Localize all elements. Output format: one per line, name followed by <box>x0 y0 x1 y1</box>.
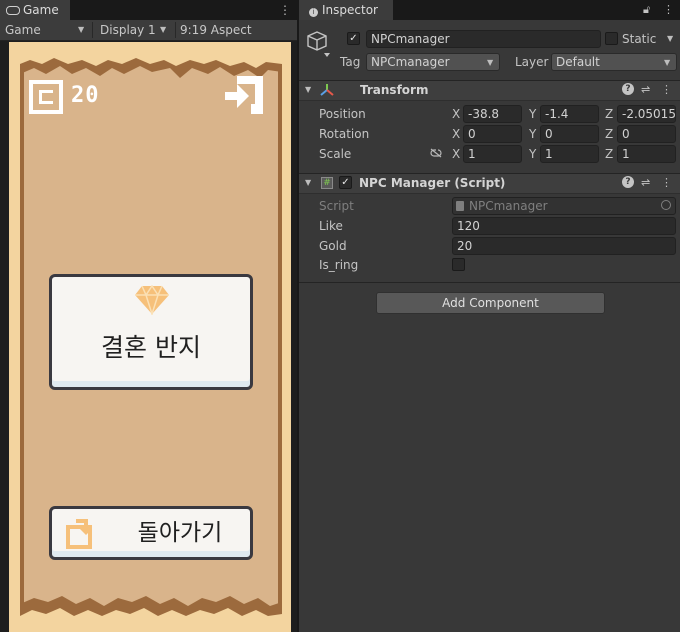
display-label: Display 1 <box>100 23 156 37</box>
scale-y-field[interactable]: 1 <box>540 145 599 163</box>
position-z-field[interactable]: -2.05015 <box>617 105 676 123</box>
toolbar-separator <box>175 22 176 38</box>
gamepad-icon <box>6 6 20 15</box>
game-menu-icon[interactable]: ⋮ <box>278 2 292 18</box>
chevron-down-icon: ▼ <box>78 25 85 34</box>
position-label: Position <box>319 107 366 121</box>
static-label: Static <box>622 32 657 46</box>
object-active-checkbox[interactable]: ✓ <box>347 32 360 45</box>
chevron-down-icon: ▼ <box>160 25 167 34</box>
game-viewport: 20 결혼 반지 돌아가기 <box>9 42 291 632</box>
rotation-label: Rotation <box>319 127 370 141</box>
return-icon <box>66 519 92 549</box>
chevron-down-icon: ▼ <box>664 58 671 67</box>
constrain-proportions-icon[interactable] <box>429 148 443 158</box>
chevron-down-icon[interactable]: ▼ <box>667 34 673 43</box>
diamond-icon <box>135 285 169 315</box>
foldout-arrow-icon[interactable]: ▼ <box>305 178 311 187</box>
rotation-z-field[interactable]: 0 <box>617 125 676 143</box>
inspector-tab-label: Inspector <box>322 3 378 17</box>
gameobject-cube-icon <box>307 31 330 57</box>
transform-title: Transform <box>360 83 429 97</box>
layer-dropdown[interactable]: Default ▼ <box>551 53 677 71</box>
script-reference-field: NPCmanager <box>452 197 676 215</box>
layer-label: Layer <box>515 55 549 69</box>
back-button[interactable]: 돌아가기 <box>49 506 253 560</box>
add-component-button[interactable]: Add Component <box>376 292 605 314</box>
preset-sliders-icon[interactable]: ⇌ <box>641 83 650 97</box>
foldout-arrow-icon[interactable]: ▼ <box>305 85 311 94</box>
help-icon[interactable]: ? <box>622 83 634 95</box>
component-menu-icon[interactable]: ⋮ <box>661 176 672 190</box>
scale-z-field[interactable]: 1 <box>617 145 676 163</box>
object-name-field[interactable]: NPCmanager <box>366 30 601 48</box>
info-icon: i <box>309 8 318 17</box>
help-icon[interactable]: ? <box>622 176 634 188</box>
component-divider <box>299 282 680 283</box>
script-reference-value: NPCmanager <box>469 199 548 213</box>
gold-label: Gold <box>319 239 347 253</box>
layer-value: Default <box>556 55 600 69</box>
inspector-menu-icon[interactable]: ⋮ <box>663 3 674 17</box>
tag-label: Tag <box>340 55 361 69</box>
ring-option-label: 결혼 반지 <box>101 333 201 362</box>
aspect-label: 9:19 Aspect <box>180 23 252 37</box>
component-menu-icon[interactable]: ⋮ <box>661 83 672 97</box>
script-file-icon <box>456 201 464 211</box>
inspector-tab[interactable]: i Inspector <box>299 0 393 20</box>
lock-icon[interactable]: 🔓︎ <box>643 3 650 17</box>
chevron-down-icon: ▼ <box>487 58 494 67</box>
script-enabled-checkbox[interactable]: ✓ <box>339 176 352 189</box>
is-ring-label: Is_ring <box>319 258 359 272</box>
game-panel: Game ⋮ Game ▼ Display 1 ▼ 9:19 Aspect 20… <box>0 0 297 632</box>
tag-value: NPCmanager <box>371 55 450 69</box>
preset-sliders-icon[interactable]: ⇌ <box>641 176 650 190</box>
axis-y-label: Y <box>529 107 537 121</box>
is-ring-checkbox[interactable] <box>452 258 465 271</box>
back-button-label: 돌아가기 <box>137 520 223 546</box>
display-dropdown[interactable]: Display 1 ▼ <box>100 20 172 40</box>
tag-dropdown[interactable]: NPCmanager ▼ <box>366 53 500 71</box>
axis-y-label: Y <box>529 127 537 141</box>
like-field[interactable]: 120 <box>452 217 676 235</box>
script-component-title: NPC Manager (Script) <box>359 176 506 190</box>
parchment-bottom-edge <box>20 596 282 626</box>
axis-x-label: X <box>452 107 461 121</box>
aspect-dropdown[interactable]: 9:19 Aspect <box>180 20 290 40</box>
game-tab[interactable]: Game <box>0 0 70 20</box>
axis-x-label: X <box>452 127 461 141</box>
object-picker-icon <box>661 200 671 210</box>
axis-y-label: Y <box>529 147 537 161</box>
coin-icon <box>29 80 63 114</box>
transform-axes-icon <box>320 84 334 96</box>
ring-option-button[interactable]: 결혼 반지 <box>49 274 253 390</box>
axis-z-label: Z <box>605 107 614 121</box>
rotation-x-field[interactable]: 0 <box>463 125 522 143</box>
gold-field[interactable]: 20 <box>452 237 676 255</box>
gold-counter: 20 <box>71 83 100 108</box>
script-label: Script <box>319 199 354 213</box>
static-checkbox[interactable] <box>605 32 618 45</box>
position-x-field[interactable]: -38.8 <box>463 105 522 123</box>
game-mode-label: Game <box>5 23 41 37</box>
axis-z-label: Z <box>605 147 614 161</box>
inspector-panel: i Inspector 🔓︎ ⋮ ✓ NPCmanager Static ▼ Ta… <box>299 0 680 632</box>
like-label: Like <box>319 219 343 233</box>
position-y-field[interactable]: -1.4 <box>540 105 599 123</box>
game-mode-dropdown[interactable]: Game ▼ <box>5 20 88 40</box>
game-tab-label: Game <box>23 3 59 17</box>
rotation-y-field[interactable]: 0 <box>540 125 599 143</box>
script-hash-icon: # <box>321 177 333 189</box>
toolbar-separator <box>92 22 93 38</box>
axis-z-label: Z <box>605 127 614 141</box>
scale-x-field[interactable]: 1 <box>463 145 522 163</box>
exit-door-icon[interactable] <box>221 74 267 116</box>
scale-label: Scale <box>319 147 352 161</box>
axis-x-label: X <box>452 147 461 161</box>
